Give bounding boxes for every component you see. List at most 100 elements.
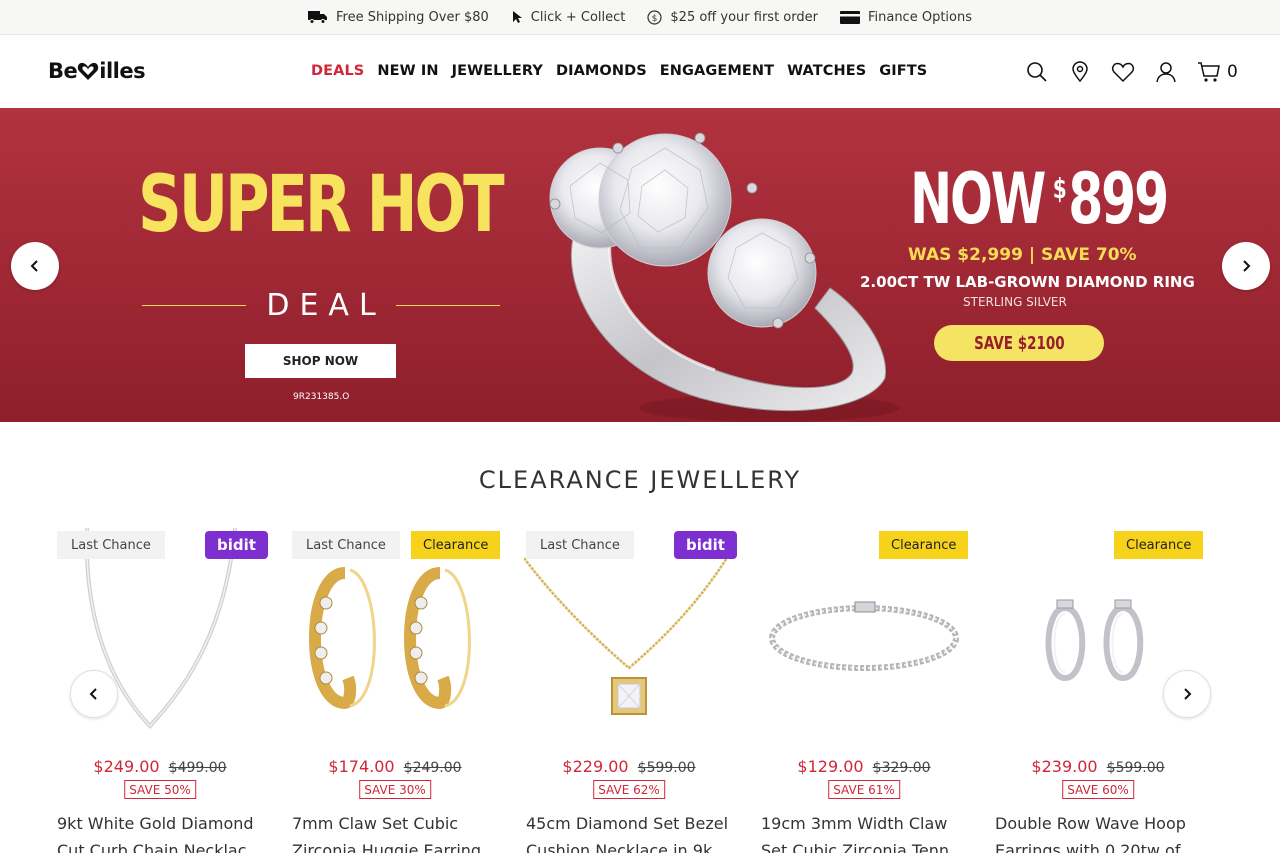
hero-next-button[interactable] xyxy=(1222,242,1270,290)
promo-label: Free Shipping Over $80 xyxy=(335,9,489,25)
product-card[interactable]: Last Chance Clearance $174.00 $249.00 SA… xyxy=(290,528,501,853)
save-tag: SAVE 62% xyxy=(593,780,665,799)
nav-item-engagement[interactable]: ENGAGEMENT xyxy=(660,63,774,79)
brand-logo[interactable]: Be illes xyxy=(48,59,146,83)
price-was: $599.00 xyxy=(1106,760,1165,776)
chevron-right-icon xyxy=(1243,260,1251,272)
was-price-line: WAS $2,999 | SAVE 70% xyxy=(908,245,1137,265)
price-was: $329.00 xyxy=(872,760,931,776)
product-name[interactable]: 7mm Claw Set Cubic xyxy=(292,810,498,837)
promo-label: Click + Collect xyxy=(530,9,626,25)
price-now: $174.00 xyxy=(328,757,395,776)
product-image[interactable] xyxy=(290,528,500,738)
card-icon xyxy=(839,10,860,24)
badge-last-chance: Last Chance xyxy=(526,531,634,559)
promo-click-collect[interactable]: Click + Collect xyxy=(511,9,626,25)
badge-clearance: Clearance xyxy=(879,531,969,559)
main-nav: DEALS NEW IN JEWELLERY DIAMONDS ENGAGEME… xyxy=(311,63,927,79)
divider xyxy=(142,304,247,307)
nav-item-gifts[interactable]: GIFTS xyxy=(879,63,927,79)
price-row: $229.00 $599.00 xyxy=(524,757,734,776)
cursor-icon xyxy=(512,11,522,23)
search-icon[interactable] xyxy=(1024,59,1050,85)
price-now: $239.00 xyxy=(1031,757,1098,776)
truck-icon xyxy=(307,11,327,24)
product-image[interactable] xyxy=(759,528,969,738)
hero-subtitle-row: DEAL xyxy=(142,288,501,323)
nav-item-jewellery[interactable]: JEWELLERY xyxy=(452,63,543,79)
product-card[interactable]: Last Chance bidit $229.00 $599.00 SAVE 6… xyxy=(524,528,737,853)
hero-title: SUPER HOT xyxy=(138,160,505,250)
badge-clearance: Clearance xyxy=(1114,531,1204,559)
save-pill-label: SAVE $2100 xyxy=(973,332,1065,354)
product-name-line2[interactable]: Cushion Necklace in 9kt ... xyxy=(526,837,732,853)
hero-subtitle: DEAL xyxy=(266,288,386,323)
product-image[interactable] xyxy=(524,528,734,738)
product-name-line2[interactable]: Zirconia Huggie Earrings ... xyxy=(292,837,498,853)
save-pill: SAVE $2100 xyxy=(934,325,1104,361)
badge-last-chance: Last Chance xyxy=(292,531,400,559)
save-tag: SAVE 30% xyxy=(359,780,431,799)
nav-item-diamonds[interactable]: DIAMONDS xyxy=(556,63,647,79)
coin-icon: $ xyxy=(647,9,663,25)
product-name[interactable]: Double Row Wave Hoop xyxy=(995,810,1201,837)
price-row: $239.00 $599.00 xyxy=(993,757,1203,776)
svg-text:$: $ xyxy=(652,14,658,24)
carousel-prev-button[interactable] xyxy=(70,670,118,718)
product-name[interactable]: 45cm Diamond Set Bezel xyxy=(526,810,732,837)
badge-bidit: bidit xyxy=(674,531,737,559)
price-was: $599.00 xyxy=(637,760,696,776)
price-now: $229.00 xyxy=(562,757,629,776)
nav-item-watches[interactable]: WATCHES xyxy=(787,63,866,79)
header-actions: 0 xyxy=(1024,59,1238,85)
now-amount: 899 xyxy=(1068,158,1169,240)
badge-bidit: bidit xyxy=(205,531,268,559)
product-name-line2[interactable]: Set Cubic Zirconia Tennis ... xyxy=(761,837,967,853)
hero-product-title: 2.00CT TW LAB-GROWN DIAMOND RING xyxy=(860,273,1195,291)
promo-finance[interactable]: Finance Options xyxy=(839,9,972,25)
logo-heart-icon xyxy=(78,62,99,80)
shop-now-button[interactable]: SHOP NOW xyxy=(245,344,396,378)
carousel-next-button[interactable] xyxy=(1163,670,1211,718)
cart-icon[interactable] xyxy=(1196,59,1222,85)
location-pin-icon[interactable] xyxy=(1067,59,1093,85)
price-row: $174.00 $249.00 xyxy=(290,757,500,776)
price-now: $129.00 xyxy=(797,757,864,776)
announcement-bar: Free Shipping Over $80 Click + Collect $… xyxy=(0,0,1280,35)
site-header: Be illes DEALS NEW IN JEWELLERY DIAMONDS… xyxy=(0,35,1280,108)
save-tag: SAVE 50% xyxy=(124,780,196,799)
promo-free-shipping[interactable]: Free Shipping Over $80 xyxy=(307,9,489,25)
now-price: NOW $ 899 xyxy=(910,158,1169,240)
badge-clearance: Clearance xyxy=(411,531,501,559)
product-carousel: Last Chance bidit $249.00 $499.00 SAVE 5… xyxy=(55,528,1225,853)
now-label: NOW xyxy=(910,158,1046,240)
product-name-line2[interactable]: Earrings with 0.20tw of ... xyxy=(995,837,1201,853)
badge-last-chance: Last Chance xyxy=(57,531,165,559)
nav-item-deals[interactable]: DEALS xyxy=(311,63,364,79)
product-name[interactable]: 19cm 3mm Width Claw xyxy=(761,810,967,837)
nav-item-new-in[interactable]: NEW IN xyxy=(377,63,438,79)
cart-count[interactable]: 0 xyxy=(1227,62,1238,82)
save-tag: SAVE 61% xyxy=(828,780,900,799)
logo-text-left: Be xyxy=(48,59,78,83)
hero-banner[interactable]: SUPER HOT DEAL SHOP NOW 9R231385.O NOW $… xyxy=(0,108,1280,422)
chevron-right-icon xyxy=(1184,688,1192,700)
product-sku: 9R231385.O xyxy=(293,392,350,402)
promo-label: Finance Options xyxy=(867,9,972,25)
promo-first-order[interactable]: $ $25 off your first order xyxy=(647,10,818,25)
hero-prev-button[interactable] xyxy=(11,242,59,290)
heart-icon[interactable] xyxy=(1110,59,1136,85)
chevron-left-icon xyxy=(30,260,38,272)
price-was: $249.00 xyxy=(403,760,462,776)
product-name[interactable]: 9kt White Gold Diamond xyxy=(57,810,263,837)
price-row: $129.00 $329.00 xyxy=(759,757,969,776)
logo-text-right: illes xyxy=(99,59,146,83)
product-name-line2[interactable]: Cut Curb Chain Necklace ... xyxy=(57,837,263,853)
product-card[interactable]: Clearance $129.00 $329.00 SAVE 61% 19cm … xyxy=(759,528,969,853)
now-currency: $ xyxy=(1052,172,1067,205)
price-was: $499.00 xyxy=(168,760,227,776)
save-tag: SAVE 60% xyxy=(1062,780,1134,799)
price-row: $249.00 $499.00 xyxy=(55,757,265,776)
section-title: CLEARANCE JEWELLERY xyxy=(478,466,802,494)
user-icon[interactable] xyxy=(1153,59,1179,85)
